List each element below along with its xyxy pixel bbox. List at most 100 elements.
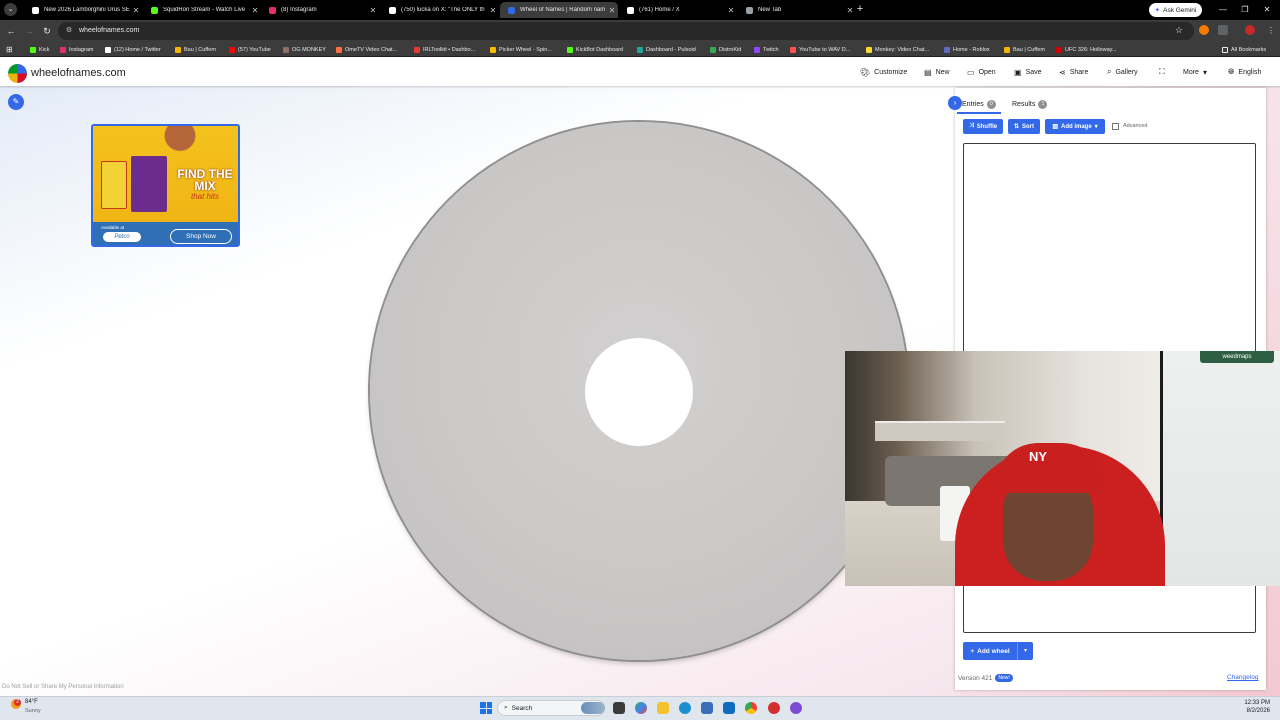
mail-icon[interactable] bbox=[723, 702, 735, 714]
do-not-sell-link[interactable]: Do Not Sell or Share My Personal Informa… bbox=[2, 684, 124, 690]
copilot-icon[interactable] bbox=[635, 702, 647, 714]
task-view-icon[interactable] bbox=[613, 702, 625, 714]
shuffle-button[interactable]: ⤨ Shuffle bbox=[963, 119, 1003, 134]
bookmark-item[interactable]: Bau | Cuffem bbox=[1004, 44, 1045, 55]
tab-close-icon[interactable]: ✕ bbox=[725, 6, 737, 15]
fullscreen-button[interactable]: ⛶ bbox=[1159, 66, 1165, 78]
ad-shop-now-button[interactable]: Shop Now bbox=[170, 229, 232, 244]
save-button[interactable]: ▣ Save bbox=[1014, 66, 1042, 78]
new-tab-button[interactable]: + bbox=[854, 3, 866, 17]
tab-close-icon[interactable]: ✕ bbox=[249, 6, 261, 15]
add-wheel-dropdown-caret-icon[interactable]: ▾ bbox=[1017, 642, 1033, 660]
bookmark-item[interactable]: Monkey: Video Chat... bbox=[866, 44, 929, 55]
tab-results[interactable]: Results 1 bbox=[1012, 98, 1048, 110]
browser-menu-icon[interactable]: ⋮ bbox=[1264, 24, 1278, 38]
file-explorer-icon[interactable] bbox=[657, 702, 669, 714]
extension-icon[interactable] bbox=[1199, 25, 1209, 35]
advanced-label[interactable]: Advanced bbox=[1123, 123, 1147, 129]
edit-pencil-button[interactable]: ✎ bbox=[8, 94, 24, 110]
more-button[interactable]: More ▾ bbox=[1183, 66, 1207, 78]
browser-tab[interactable]: New 2026 Lamborghini Urus SE ✕ bbox=[24, 2, 142, 18]
bookmark-item[interactable]: KickBot Dashboard bbox=[567, 44, 623, 55]
ask-gemini-button[interactable]: ✦ Ask Gemini bbox=[1149, 3, 1202, 17]
minimize-button[interactable]: — bbox=[1216, 3, 1230, 17]
weather-alert-badge: 2 bbox=[14, 699, 21, 706]
bookmark-item[interactable]: OmeTV Video Chat... bbox=[336, 44, 397, 55]
bookmark-item[interactable]: IRLToolkit • Dashbo... bbox=[414, 44, 475, 55]
address-bar[interactable] bbox=[58, 22, 1194, 40]
bookmark-item[interactable]: YouTube to WAV D... bbox=[790, 44, 850, 55]
bookmark-item[interactable]: Twitch bbox=[754, 44, 779, 55]
bookmark-item[interactable]: Home - Roblox bbox=[944, 44, 990, 55]
sort-button[interactable]: ⇅ Sort bbox=[1008, 119, 1040, 134]
advanced-checkbox[interactable] bbox=[1112, 123, 1119, 130]
reload-button[interactable]: ↻ bbox=[40, 24, 54, 38]
forward-button[interactable]: → bbox=[22, 24, 36, 38]
back-button[interactable]: ← bbox=[4, 24, 18, 38]
bookmark-label: Kick bbox=[39, 46, 50, 53]
open-button[interactable]: ▭ Open bbox=[967, 66, 996, 78]
ask-gemini-label: Ask Gemini bbox=[1163, 6, 1197, 14]
browser-tab[interactable]: (761) Home / X ✕ bbox=[619, 2, 737, 18]
bookmark-item[interactable]: OG MONKEY bbox=[283, 44, 326, 55]
new-button[interactable]: ▤ New bbox=[924, 66, 950, 78]
bookmark-star-icon[interactable]: ☆ bbox=[1175, 25, 1183, 36]
chrome-icon[interactable] bbox=[745, 702, 757, 714]
browser-tab[interactable]: (8) Instagram ✕ bbox=[261, 2, 379, 18]
site-logo-icon[interactable] bbox=[8, 64, 27, 83]
edge-icon[interactable] bbox=[679, 702, 691, 714]
collapse-panel-chevron-icon[interactable]: › bbox=[948, 96, 962, 110]
tab-close-icon[interactable]: ✕ bbox=[606, 6, 618, 15]
tab-close-icon[interactable]: ✕ bbox=[367, 6, 379, 15]
browser-tab[interactable]: SquidRon Stream - Watch Live ✕ bbox=[143, 2, 261, 18]
site-info-icon[interactable]: ⚙ bbox=[64, 26, 74, 36]
site-header: wheelofnames.com 🎨︎ Customize ▤ New ▭ Op… bbox=[0, 58, 1280, 86]
search-icon: ⌕ bbox=[504, 704, 508, 711]
add-wheel-main[interactable]: + Add wheel bbox=[963, 642, 1017, 660]
app-icon[interactable] bbox=[768, 702, 780, 714]
bookmark-item[interactable]: (57) YouTube bbox=[229, 44, 271, 55]
apps-icon[interactable]: ⊞ bbox=[6, 44, 13, 55]
browser-tab[interactable]: New Tab ✕ bbox=[738, 2, 856, 18]
tab-search-button[interactable]: ⌄ bbox=[4, 3, 17, 16]
bookmark-item[interactable]: Picker Wheel - Spin... bbox=[490, 44, 552, 55]
gallery-button[interactable]: ⌕ Gallery bbox=[1107, 66, 1138, 78]
changelog-link[interactable]: Changelog bbox=[1227, 674, 1258, 681]
tab-entries[interactable]: Entries 0 bbox=[962, 98, 996, 110]
language-label: English bbox=[1238, 68, 1262, 76]
bookmark-item[interactable]: Dashboard - Pulsoid bbox=[637, 44, 696, 55]
bookmark-item[interactable]: Instagram bbox=[60, 44, 93, 55]
add-image-button[interactable]: ▨ Add image ▾ bbox=[1045, 119, 1105, 134]
advertisement[interactable]: FIND THE MIX that hits Available at Petc… bbox=[91, 124, 240, 247]
bookmark-item[interactable]: Bau | Cuffem bbox=[175, 44, 216, 55]
bookmark-item[interactable]: (12) Home / Twitter bbox=[105, 44, 161, 55]
browser-tab[interactable]: (750) lucka on X: "The ONLY th ✕ bbox=[381, 2, 499, 18]
results-count-badge: 1 bbox=[1038, 99, 1048, 109]
add-wheel-button[interactable]: + Add wheel ▾ bbox=[963, 642, 1033, 660]
tab-close-icon[interactable]: ✕ bbox=[130, 6, 142, 15]
wheel-center-hub[interactable] bbox=[585, 338, 693, 446]
tab-close-icon[interactable]: ✕ bbox=[487, 6, 499, 15]
close-window-button[interactable]: ✕ bbox=[1260, 3, 1274, 17]
all-bookmarks-button[interactable]: All Bookmarks bbox=[1222, 44, 1266, 55]
store-icon[interactable] bbox=[701, 702, 713, 714]
site-brand[interactable]: wheelofnames.com bbox=[31, 67, 126, 79]
search-highlight-icon[interactable] bbox=[581, 702, 605, 714]
bookmark-item[interactable]: UFC 326: Holloway... bbox=[1056, 44, 1117, 55]
discord-icon[interactable] bbox=[790, 702, 802, 714]
profile-avatar[interactable] bbox=[1245, 25, 1255, 35]
extensions-puzzle-icon[interactable] bbox=[1218, 25, 1228, 35]
windows-start-icon[interactable] bbox=[480, 702, 492, 714]
clock-time[interactable]: 12:33 PM bbox=[1240, 700, 1270, 706]
url-text[interactable]: wheelofnames.com bbox=[79, 27, 139, 34]
customize-button[interactable]: 🎨︎ Customize bbox=[860, 66, 907, 78]
maximize-button[interactable]: ❐ bbox=[1238, 3, 1252, 17]
language-button[interactable]: 🌐︎ English bbox=[1228, 66, 1261, 78]
browser-tab[interactable]: Wheel of Names | Random nam ✕ bbox=[500, 2, 618, 18]
webcam-mirror bbox=[1160, 351, 1280, 586]
weather-temperature[interactable]: 84°F bbox=[25, 699, 38, 705]
bookmark-item[interactable]: Kick bbox=[30, 44, 49, 55]
share-button[interactable]: ⋖ Share bbox=[1059, 66, 1088, 78]
bookmark-item[interactable]: DistroKid bbox=[710, 44, 741, 55]
clock-date[interactable]: 8/2/2026 bbox=[1240, 708, 1270, 714]
